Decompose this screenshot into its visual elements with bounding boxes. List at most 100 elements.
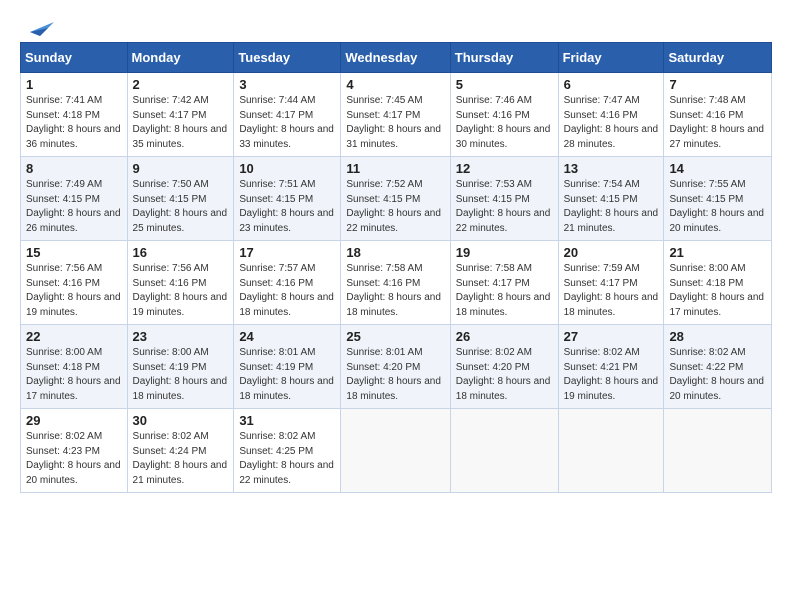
calendar-cell: 7Sunrise: 7:48 AMSunset: 4:16 PMDaylight… — [664, 73, 772, 157]
day-info: Sunrise: 7:58 AMSunset: 4:16 PMDaylight:… — [346, 262, 444, 320]
day-info: Sunrise: 8:00 AMSunset: 4:19 PMDaylight:… — [133, 346, 229, 404]
calendar-cell: 22 Sunrise: 8:00 AMSunset: 4:18 PMDayligh… — [21, 325, 128, 409]
calendar-cell: 20 Sunrise: 7:59 AMSunset: 4:17 PMDayligh… — [558, 241, 664, 325]
calendar-cell: 21 Sunrise: 8:00 AMSunset: 4:18 PMDayligh… — [664, 241, 772, 325]
day-number: 25 — [346, 329, 444, 344]
day-info: Sunrise: 7:58 AMSunset: 4:17 PMDaylight:… — [456, 262, 553, 320]
day-number: 30 — [133, 413, 229, 428]
day-info: Sunrise: 7:56 AMSunset: 4:16 PMDaylight:… — [26, 262, 122, 320]
calendar-cell: 31 Sunrise: 8:02 AMSunset: 4:25 PMDayligh… — [234, 409, 341, 493]
calendar-week-row: 8 Sunrise: 7:49 AMSunset: 4:15 PMDaylight… — [21, 157, 772, 241]
calendar-cell: 5Sunrise: 7:46 AMSunset: 4:16 PMDaylight… — [450, 73, 558, 157]
day-info: Sunrise: 8:01 AMSunset: 4:19 PMDaylight:… — [239, 346, 335, 404]
day-number: 5 — [456, 77, 553, 92]
calendar-cell: 29Sunrise: 8:02 AMSunset: 4:23 PMDayligh… — [21, 409, 128, 493]
day-info: Sunrise: 7:44 AMSunset: 4:17 PMDaylight:… — [239, 94, 335, 152]
day-number: 4 — [346, 77, 444, 92]
calendar-week-row: 29Sunrise: 8:02 AMSunset: 4:23 PMDayligh… — [21, 409, 772, 493]
day-info: Sunrise: 7:48 AMSunset: 4:16 PMDaylight:… — [669, 94, 766, 152]
day-number: 12 — [456, 161, 553, 176]
day-info: Sunrise: 7:57 AMSunset: 4:16 PMDaylight:… — [239, 262, 335, 320]
calendar-cell — [558, 409, 664, 493]
logo-bird-icon — [20, 18, 54, 40]
calendar-cell: 15 Sunrise: 7:56 AMSunset: 4:16 PMDayligh… — [21, 241, 128, 325]
day-info: Sunrise: 8:02 AMSunset: 4:22 PMDaylight:… — [669, 346, 766, 404]
day-info: Sunrise: 7:52 AMSunset: 4:15 PMDaylight:… — [346, 178, 444, 236]
day-number: 26 — [456, 329, 553, 344]
weekday-header-thursday: Thursday — [450, 43, 558, 73]
day-number: 16 — [133, 245, 229, 260]
day-info: Sunrise: 7:51 AMSunset: 4:15 PMDaylight:… — [239, 178, 335, 236]
day-info: Sunrise: 7:50 AMSunset: 4:15 PMDaylight:… — [133, 178, 229, 236]
day-info: Sunrise: 7:42 AMSunset: 4:17 PMDaylight:… — [133, 94, 229, 152]
calendar-cell: 25Sunrise: 8:01 AMSunset: 4:20 PMDayligh… — [341, 325, 450, 409]
weekday-header-friday: Friday — [558, 43, 664, 73]
day-number: 19 — [456, 245, 553, 260]
calendar-cell: 1Sunrise: 7:41 AMSunset: 4:18 PMDaylight… — [21, 73, 128, 157]
day-number: 22 — [26, 329, 122, 344]
calendar-week-row: 22 Sunrise: 8:00 AMSunset: 4:18 PMDayligh… — [21, 325, 772, 409]
day-info: Sunrise: 7:49 AMSunset: 4:15 PMDaylight:… — [26, 178, 122, 236]
calendar-cell: 28 Sunrise: 8:02 AMSunset: 4:22 PMDayligh… — [664, 325, 772, 409]
day-number: 21 — [669, 245, 766, 260]
day-number: 10 — [239, 161, 335, 176]
calendar-cell: 24 Sunrise: 8:01 AMSunset: 4:19 PMDayligh… — [234, 325, 341, 409]
logo — [20, 18, 54, 34]
calendar-cell — [450, 409, 558, 493]
calendar-header-row: SundayMondayTuesdayWednesdayThursdayFrid… — [21, 43, 772, 73]
day-number: 8 — [26, 161, 122, 176]
day-number: 31 — [239, 413, 335, 428]
calendar-cell: 6 Sunrise: 7:47 AMSunset: 4:16 PMDaylight… — [558, 73, 664, 157]
calendar-cell: 12Sunrise: 7:53 AMSunset: 4:15 PMDayligh… — [450, 157, 558, 241]
calendar-cell: 13 Sunrise: 7:54 AMSunset: 4:15 PMDayligh… — [558, 157, 664, 241]
day-number: 3 — [239, 77, 335, 92]
calendar-cell: 30 Sunrise: 8:02 AMSunset: 4:24 PMDayligh… — [127, 409, 234, 493]
day-number: 2 — [133, 77, 229, 92]
day-info: Sunrise: 8:02 AMSunset: 4:20 PMDaylight:… — [456, 346, 553, 404]
weekday-header-monday: Monday — [127, 43, 234, 73]
calendar-cell: 11Sunrise: 7:52 AMSunset: 4:15 PMDayligh… — [341, 157, 450, 241]
day-info: Sunrise: 8:02 AMSunset: 4:25 PMDaylight:… — [239, 430, 335, 488]
day-number: 17 — [239, 245, 335, 260]
day-number: 24 — [239, 329, 335, 344]
calendar-cell: 8 Sunrise: 7:49 AMSunset: 4:15 PMDaylight… — [21, 157, 128, 241]
day-number: 15 — [26, 245, 122, 260]
day-info: Sunrise: 7:55 AMSunset: 4:15 PMDaylight:… — [669, 178, 766, 236]
calendar-week-row: 15 Sunrise: 7:56 AMSunset: 4:16 PMDayligh… — [21, 241, 772, 325]
page: SundayMondayTuesdayWednesdayThursdayFrid… — [0, 0, 792, 612]
calendar-cell: 14 Sunrise: 7:55 AMSunset: 4:15 PMDayligh… — [664, 157, 772, 241]
day-number: 6 — [564, 77, 659, 92]
calendar-cell: 27 Sunrise: 8:02 AMSunset: 4:21 PMDayligh… — [558, 325, 664, 409]
header — [20, 18, 772, 34]
calendar-cell: 9 Sunrise: 7:50 AMSunset: 4:15 PMDaylight… — [127, 157, 234, 241]
day-info: Sunrise: 7:56 AMSunset: 4:16 PMDaylight:… — [133, 262, 229, 320]
calendar-cell: 2 Sunrise: 7:42 AMSunset: 4:17 PMDaylight… — [127, 73, 234, 157]
day-info: Sunrise: 8:00 AMSunset: 4:18 PMDaylight:… — [26, 346, 122, 404]
day-number: 14 — [669, 161, 766, 176]
day-number: 1 — [26, 77, 122, 92]
logo-area — [20, 18, 54, 34]
day-number: 9 — [133, 161, 229, 176]
calendar-table: SundayMondayTuesdayWednesdayThursdayFrid… — [20, 42, 772, 493]
day-info: Sunrise: 7:47 AMSunset: 4:16 PMDaylight:… — [564, 94, 659, 152]
weekday-header-sunday: Sunday — [21, 43, 128, 73]
calendar-cell — [341, 409, 450, 493]
calendar-cell — [664, 409, 772, 493]
day-info: Sunrise: 7:59 AMSunset: 4:17 PMDaylight:… — [564, 262, 659, 320]
calendar-cell: 16 Sunrise: 7:56 AMSunset: 4:16 PMDayligh… — [127, 241, 234, 325]
day-info: Sunrise: 8:02 AMSunset: 4:21 PMDaylight:… — [564, 346, 659, 404]
calendar-cell: 23 Sunrise: 8:00 AMSunset: 4:19 PMDayligh… — [127, 325, 234, 409]
calendar-cell: 4 Sunrise: 7:45 AMSunset: 4:17 PMDaylight… — [341, 73, 450, 157]
day-info: Sunrise: 7:45 AMSunset: 4:17 PMDaylight:… — [346, 94, 444, 152]
calendar-cell: 3 Sunrise: 7:44 AMSunset: 4:17 PMDaylight… — [234, 73, 341, 157]
day-number: 20 — [564, 245, 659, 260]
day-number: 18 — [346, 245, 444, 260]
weekday-header-saturday: Saturday — [664, 43, 772, 73]
day-number: 23 — [133, 329, 229, 344]
day-info: Sunrise: 8:02 AMSunset: 4:24 PMDaylight:… — [133, 430, 229, 488]
day-info: Sunrise: 7:54 AMSunset: 4:15 PMDaylight:… — [564, 178, 659, 236]
day-info: Sunrise: 8:00 AMSunset: 4:18 PMDaylight:… — [669, 262, 766, 320]
day-number: 27 — [564, 329, 659, 344]
day-number: 13 — [564, 161, 659, 176]
day-number: 28 — [669, 329, 766, 344]
